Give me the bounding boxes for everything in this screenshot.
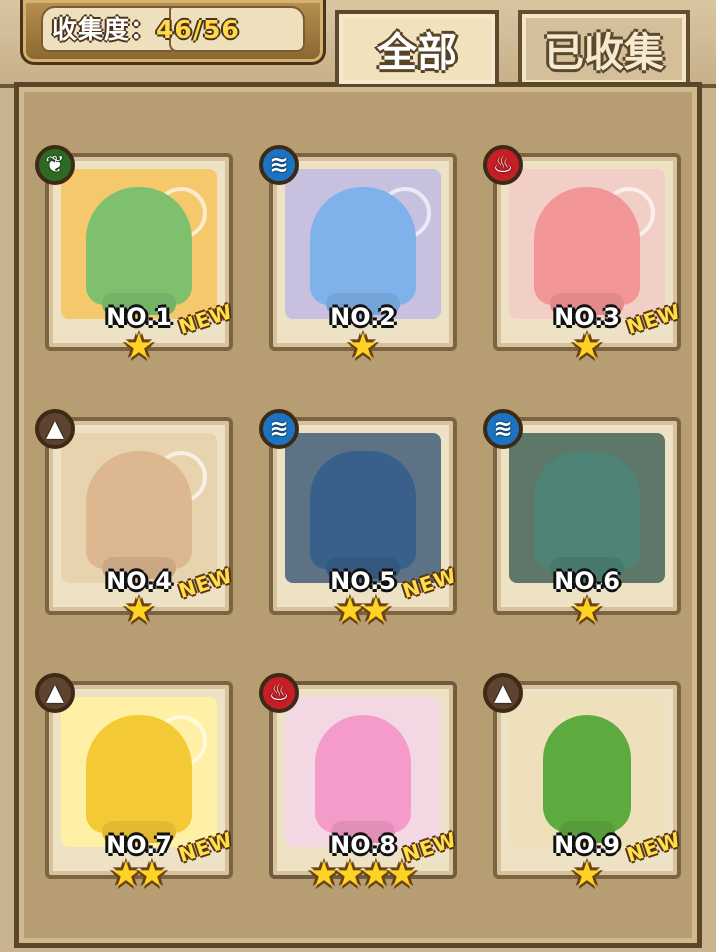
leaf-icon: ❦ (35, 145, 75, 185)
collection-card-3[interactable]: ♨ NO.3 NEW ★ (483, 145, 683, 365)
creature-art (509, 433, 665, 583)
fire-icon: ♨ (483, 145, 523, 185)
pink-slime-girl (315, 715, 411, 833)
star-icon: ★ (136, 855, 168, 895)
blue-hair-ghost (310, 451, 416, 569)
star-icon: ★ (571, 855, 603, 895)
creature-art (509, 169, 665, 319)
rarity-stars: ★ ★ (49, 855, 229, 895)
collection-separator: ： (130, 15, 157, 44)
rarity-stars: ★ ★ (273, 591, 453, 631)
gold-jelly-creature (86, 715, 192, 833)
rarity-stars: ★ (497, 327, 677, 367)
rarity-stars: ★ ★ ★ ★ (273, 855, 453, 895)
card-grid: ❦ NO.1 NEW ★ ≋ NO.2 ★ ♨ NO.3 NEW ★ ▲ NO.… (14, 82, 702, 948)
collection-progress: 收集度：46/56 (52, 12, 240, 48)
creature-art (61, 697, 217, 847)
blue-jelly-creature (310, 187, 416, 305)
rarity-stars: ★ (497, 591, 677, 631)
collection-card-9[interactable]: ▲ NO.9 NEW ★ (483, 673, 683, 893)
collection-card-1[interactable]: ❦ NO.1 NEW ★ (35, 145, 235, 365)
creature-art (285, 697, 441, 847)
tab-all-label: 全部 (377, 30, 457, 76)
tan-jelly-creature (86, 451, 192, 569)
star-icon: ★ (123, 327, 155, 367)
star-icon: ★ (571, 591, 603, 631)
mountain-icon: ▲ (35, 673, 75, 713)
collection-card-4[interactable]: ▲ NO.4 NEW ★ (35, 409, 235, 629)
star-icon: ★ (347, 327, 379, 367)
collection-value: 46/56 (156, 15, 240, 44)
rarity-stars: ★ (49, 327, 229, 367)
star-icon: ★ (571, 327, 603, 367)
star-icon: ★ (123, 591, 155, 631)
collection-label: 收集度 (52, 15, 131, 44)
green-jelly-creature (86, 187, 192, 305)
water-icon: ≋ (483, 409, 523, 449)
tab-all[interactable]: 全部 (335, 10, 499, 84)
mountain-icon: ▲ (35, 409, 75, 449)
tab-collected-label: 已收集 (544, 30, 664, 76)
star-icon: ★ (386, 855, 418, 895)
rarity-stars: ★ (497, 855, 677, 895)
creature-art (509, 697, 665, 847)
pink-jelly-creature (534, 187, 640, 305)
creature-art (285, 433, 441, 583)
collection-card-7[interactable]: ▲ NO.7 NEW ★ ★ (35, 673, 235, 893)
star-icon: ★ (360, 591, 392, 631)
collection-card-5[interactable]: ≋ NO.5 NEW ★ ★ (259, 409, 459, 629)
mountain-icon: ▲ (483, 673, 523, 713)
creature-art (285, 169, 441, 319)
creature-art (61, 433, 217, 583)
green-plant-girl (543, 715, 631, 833)
collection-card-6[interactable]: ≋ NO.6 ★ (483, 409, 681, 629)
water-icon: ≋ (259, 145, 299, 185)
rarity-stars: ★ (49, 591, 229, 631)
collection-card-2[interactable]: ≋ NO.2 ★ (259, 145, 457, 365)
tab-collected[interactable]: 已收集 (518, 10, 690, 84)
rarity-stars: ★ (273, 327, 453, 367)
green-hair-ghost (534, 451, 640, 569)
water-icon: ≋ (259, 409, 299, 449)
collection-card-8[interactable]: ♨ NO.8 NEW ★ ★ ★ ★ (259, 673, 459, 893)
creature-art (61, 169, 217, 319)
fire-icon: ♨ (259, 673, 299, 713)
